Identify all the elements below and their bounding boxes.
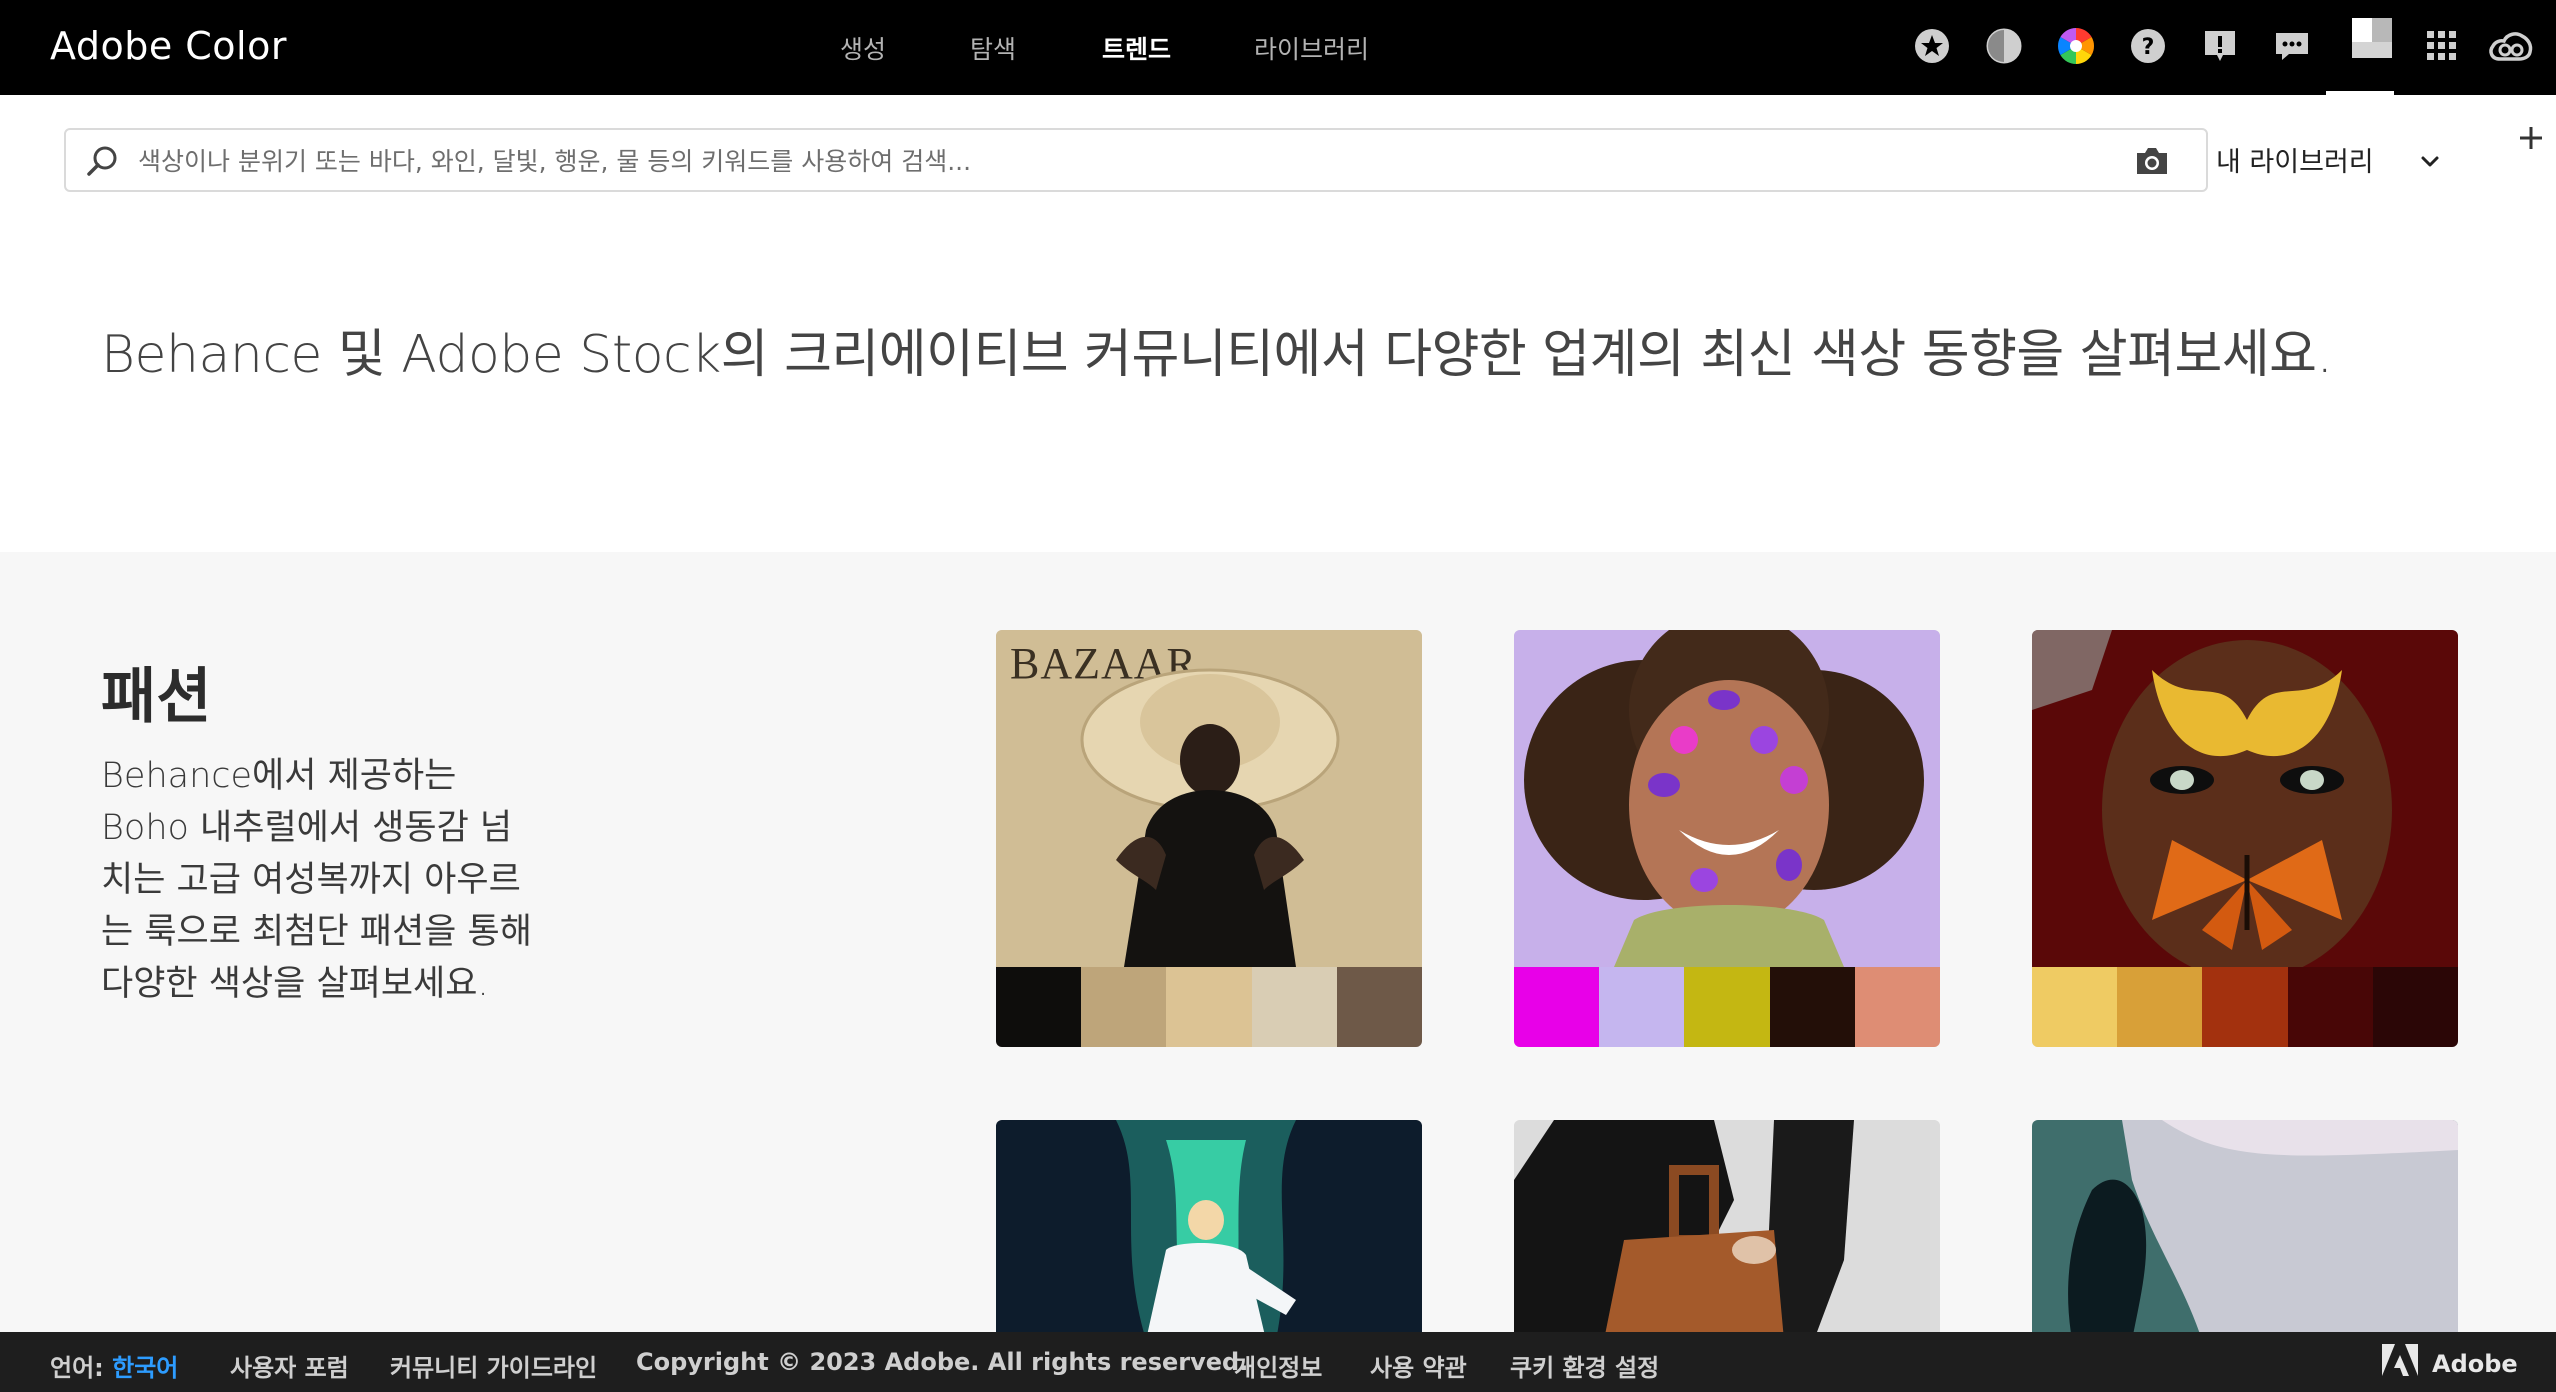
trend-photo: BAZAAR xyxy=(996,630,1422,967)
footer-link-privacy[interactable]: 개인정보 xyxy=(1234,1348,1322,1383)
nav-trends[interactable]: 트렌드 xyxy=(1102,30,1171,66)
color-swatch[interactable] xyxy=(2287,967,2373,1047)
library-dropdown[interactable]: 내 라이브러리 xyxy=(2216,136,2439,184)
help-icon[interactable]: ? xyxy=(2128,26,2168,66)
app-grid-icon[interactable] xyxy=(2422,26,2462,66)
trend-photo xyxy=(2032,630,2458,967)
footer: 언어: 한국어 사용자 포럼 커뮤니티 가이드라인 Copyright © 20… xyxy=(0,1332,2556,1392)
color-palette xyxy=(1514,967,1940,1047)
color-swatch[interactable] xyxy=(2202,967,2288,1047)
contrast-icon[interactable] xyxy=(1984,26,2024,66)
footer-link-terms[interactable]: 사용 약관 xyxy=(1370,1348,1467,1383)
color-palette xyxy=(996,967,1422,1047)
footer-link-user-forum[interactable]: 사용자 포럼 xyxy=(230,1348,349,1383)
star-icon[interactable] xyxy=(1912,26,1952,66)
page-headline: Behance 및 Adobe Stock의 크리에이티브 커뮤니티에서 다양한… xyxy=(101,325,2333,385)
color-swatch[interactable] xyxy=(1684,967,1770,1047)
trend-photo xyxy=(2032,1120,2458,1332)
search-icon xyxy=(86,144,120,178)
language-label: 언어: xyxy=(50,1354,104,1382)
fashion-section: 패션 Behance에서 제공하는 Boho 내추럴에서 생동감 넘치는 고급 … xyxy=(0,552,2556,1332)
chevron-down-icon xyxy=(2416,148,2444,176)
search-input[interactable] xyxy=(138,140,2098,182)
trend-card[interactable] xyxy=(1514,1120,1940,1332)
app-title[interactable]: Adobe Color xyxy=(50,24,287,68)
trend-photo xyxy=(996,1120,1422,1332)
color-swatch[interactable] xyxy=(2032,967,2118,1047)
footer-brand[interactable]: Adobe xyxy=(2432,1350,2518,1378)
color-swatch[interactable] xyxy=(2117,967,2203,1047)
top-bar: Adobe Color 생성 탐색 트렌드 라이브러리 ? xyxy=(0,0,2556,95)
svg-text:?: ? xyxy=(2142,35,2155,60)
color-swatch[interactable] xyxy=(1081,967,1167,1047)
add-icon[interactable] xyxy=(2516,122,2546,158)
color-swatch[interactable] xyxy=(2372,967,2458,1047)
color-swatch[interactable] xyxy=(1514,967,1600,1047)
creative-cloud-icon[interactable] xyxy=(2486,26,2536,66)
profile-avatar[interactable] xyxy=(2352,18,2392,58)
trend-photo xyxy=(1514,630,1940,967)
footer-link-cookie-preferences[interactable]: 쿠키 환경 설정 xyxy=(1510,1348,1659,1383)
color-palette xyxy=(2032,967,2458,1047)
section-title: 패션 xyxy=(101,662,212,732)
color-swatch[interactable] xyxy=(996,967,1082,1047)
trend-card[interactable] xyxy=(2032,1120,2458,1332)
language-selector[interactable]: 언어: 한국어 xyxy=(50,1348,178,1383)
color-swatch[interactable] xyxy=(1599,967,1685,1047)
trend-card[interactable] xyxy=(996,1120,1422,1332)
nav-create[interactable]: 생성 xyxy=(840,30,886,66)
color-wheel-icon[interactable] xyxy=(2056,26,2096,66)
nav-explore[interactable]: 탐색 xyxy=(970,30,1016,66)
language-value[interactable]: 한국어 xyxy=(112,1354,178,1382)
chat-icon[interactable] xyxy=(2272,26,2312,66)
library-dropdown-label: 내 라이브러리 xyxy=(2216,147,2374,178)
color-swatch[interactable] xyxy=(1166,967,1252,1047)
color-swatch[interactable] xyxy=(1336,967,1422,1047)
footer-link-community-guidelines[interactable]: 커뮤니티 가이드라인 xyxy=(390,1348,597,1383)
trend-card[interactable] xyxy=(2032,630,2458,1047)
color-swatch[interactable] xyxy=(1854,967,1940,1047)
feedback-icon[interactable] xyxy=(2200,26,2240,66)
color-swatch[interactable] xyxy=(1769,967,1855,1047)
section-description: Behance에서 제공하는 Boho 내추럴에서 생동감 넘치는 고급 여성복… xyxy=(101,756,532,1004)
camera-icon[interactable] xyxy=(2134,144,2170,178)
trend-card[interactable] xyxy=(1514,630,1940,1047)
trend-photo xyxy=(1514,1120,1940,1332)
footer-copyright: Copyright © 2023 Adobe. All rights reser… xyxy=(636,1348,1249,1376)
adobe-logo-icon xyxy=(2382,1344,2418,1376)
nav-libraries[interactable]: 라이브러리 xyxy=(1254,30,1369,66)
trend-card[interactable]: BAZAAR xyxy=(996,630,1422,1047)
color-swatch[interactable] xyxy=(1251,967,1337,1047)
search-bar xyxy=(64,128,2208,192)
profile-active-indicator xyxy=(2326,91,2394,95)
